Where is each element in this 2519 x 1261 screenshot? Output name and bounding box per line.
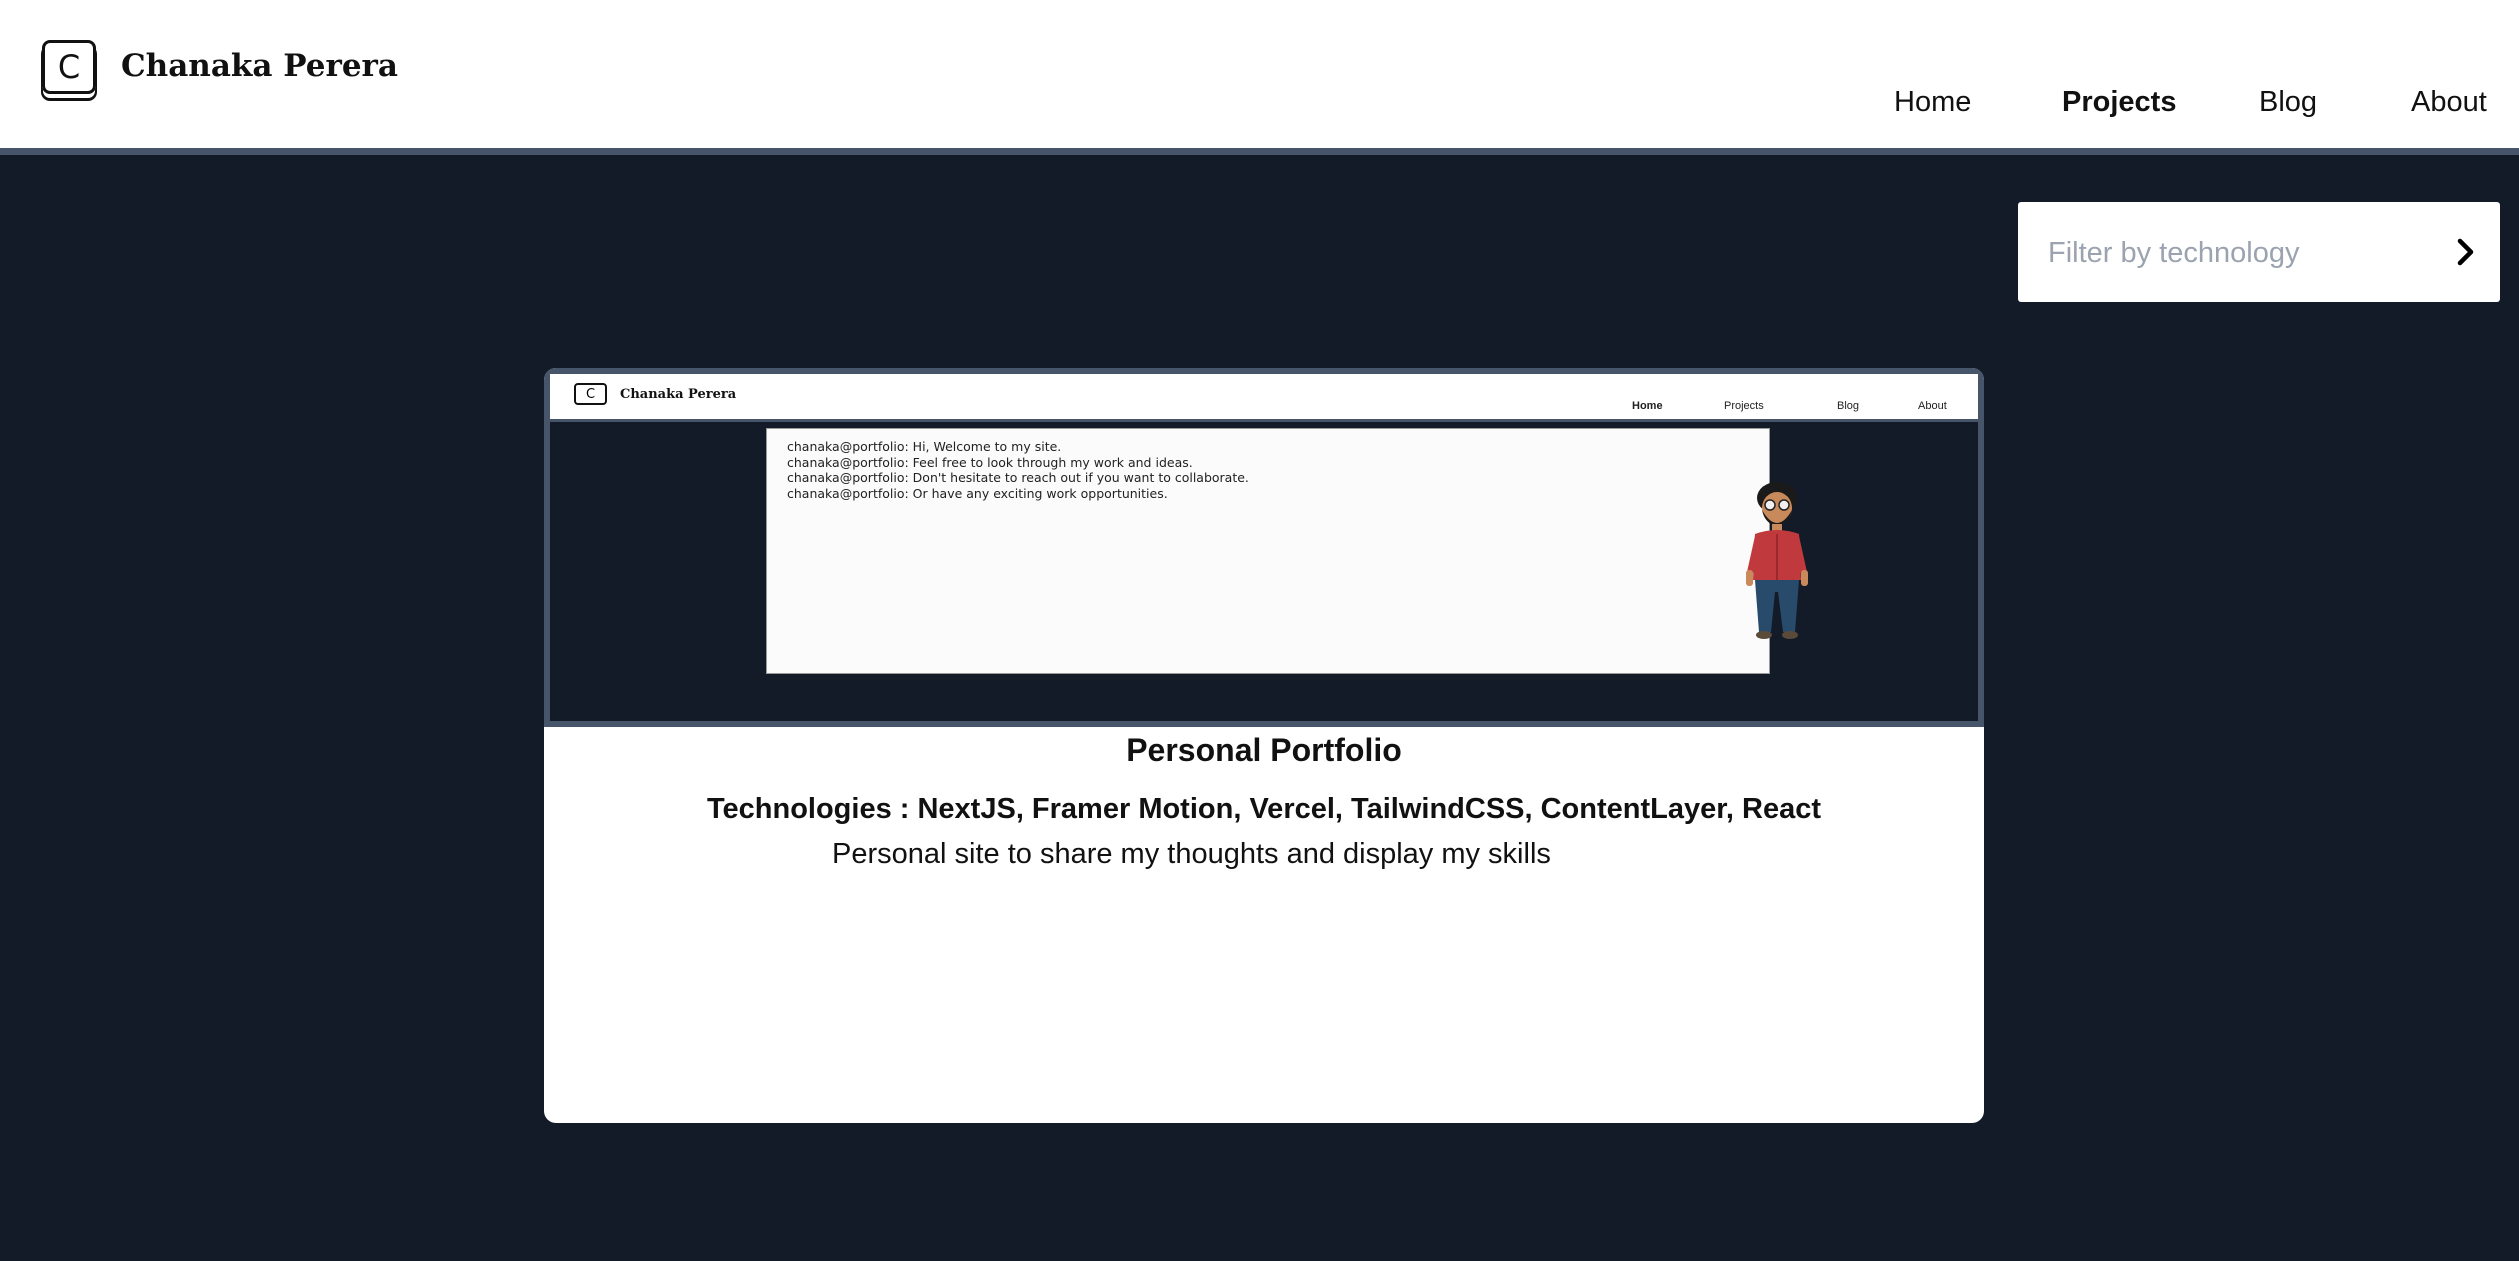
terminal-line: chanaka@portfolio: Don't hesitate to rea… (787, 470, 1249, 485)
project-technologies: Technologies : NextJS, Framer Motion, Ve… (706, 793, 1822, 825)
nav-blog[interactable]: Blog (2259, 86, 2317, 119)
screenshot-nav-projects: Projects (1724, 400, 1764, 412)
screenshot-logo-icon: C (574, 383, 607, 405)
project-title: Personal Portfolio (1126, 732, 1402, 768)
filter-submit-button[interactable] (2446, 232, 2486, 272)
chevron-right-icon (2457, 238, 2474, 266)
screenshot-header: C Chanaka Perera Home Projects Blog Abou… (550, 374, 1978, 422)
screenshot-terminal: chanaka@portfolio: Hi, Welcome to my sit… (766, 428, 1770, 674)
terminal-line: chanaka@portfolio: Or have any exciting … (787, 485, 1168, 501)
nav-projects[interactable]: Projects (2062, 86, 2176, 119)
site-brand[interactable]: Chanaka Perera (121, 48, 398, 84)
logo-icon[interactable]: C (42, 40, 96, 94)
project-screenshot: C Chanaka Perera Home Projects Blog Abou… (544, 368, 1984, 727)
project-card[interactable]: C Chanaka Perera Home Projects Blog Abou… (544, 368, 1984, 1123)
nav-home[interactable]: Home (1894, 86, 1971, 119)
terminal-line: chanaka@portfolio: Hi, Welcome to my sit… (787, 439, 1062, 454)
screenshot-nav-home: Home (1632, 400, 1663, 412)
screenshot-brand: Chanaka Perera (620, 387, 737, 402)
terminal-line: chanaka@portfolio: Feel free to look thr… (787, 454, 1193, 470)
logo-letter: C (57, 48, 81, 86)
screenshot-nav-about: About (1918, 400, 1947, 412)
nav-about[interactable]: About (2411, 86, 2487, 119)
screenshot-nav-blog: Blog (1837, 400, 1860, 412)
project-description: Personal site to share my thoughts and d… (832, 838, 1551, 870)
site-header: C Chanaka Perera Home Projects Blog Abou… (0, 0, 2519, 155)
avatar-illustration (1746, 482, 1808, 639)
filter-input[interactable] (2046, 228, 2430, 278)
technology-filter (2018, 202, 2500, 302)
